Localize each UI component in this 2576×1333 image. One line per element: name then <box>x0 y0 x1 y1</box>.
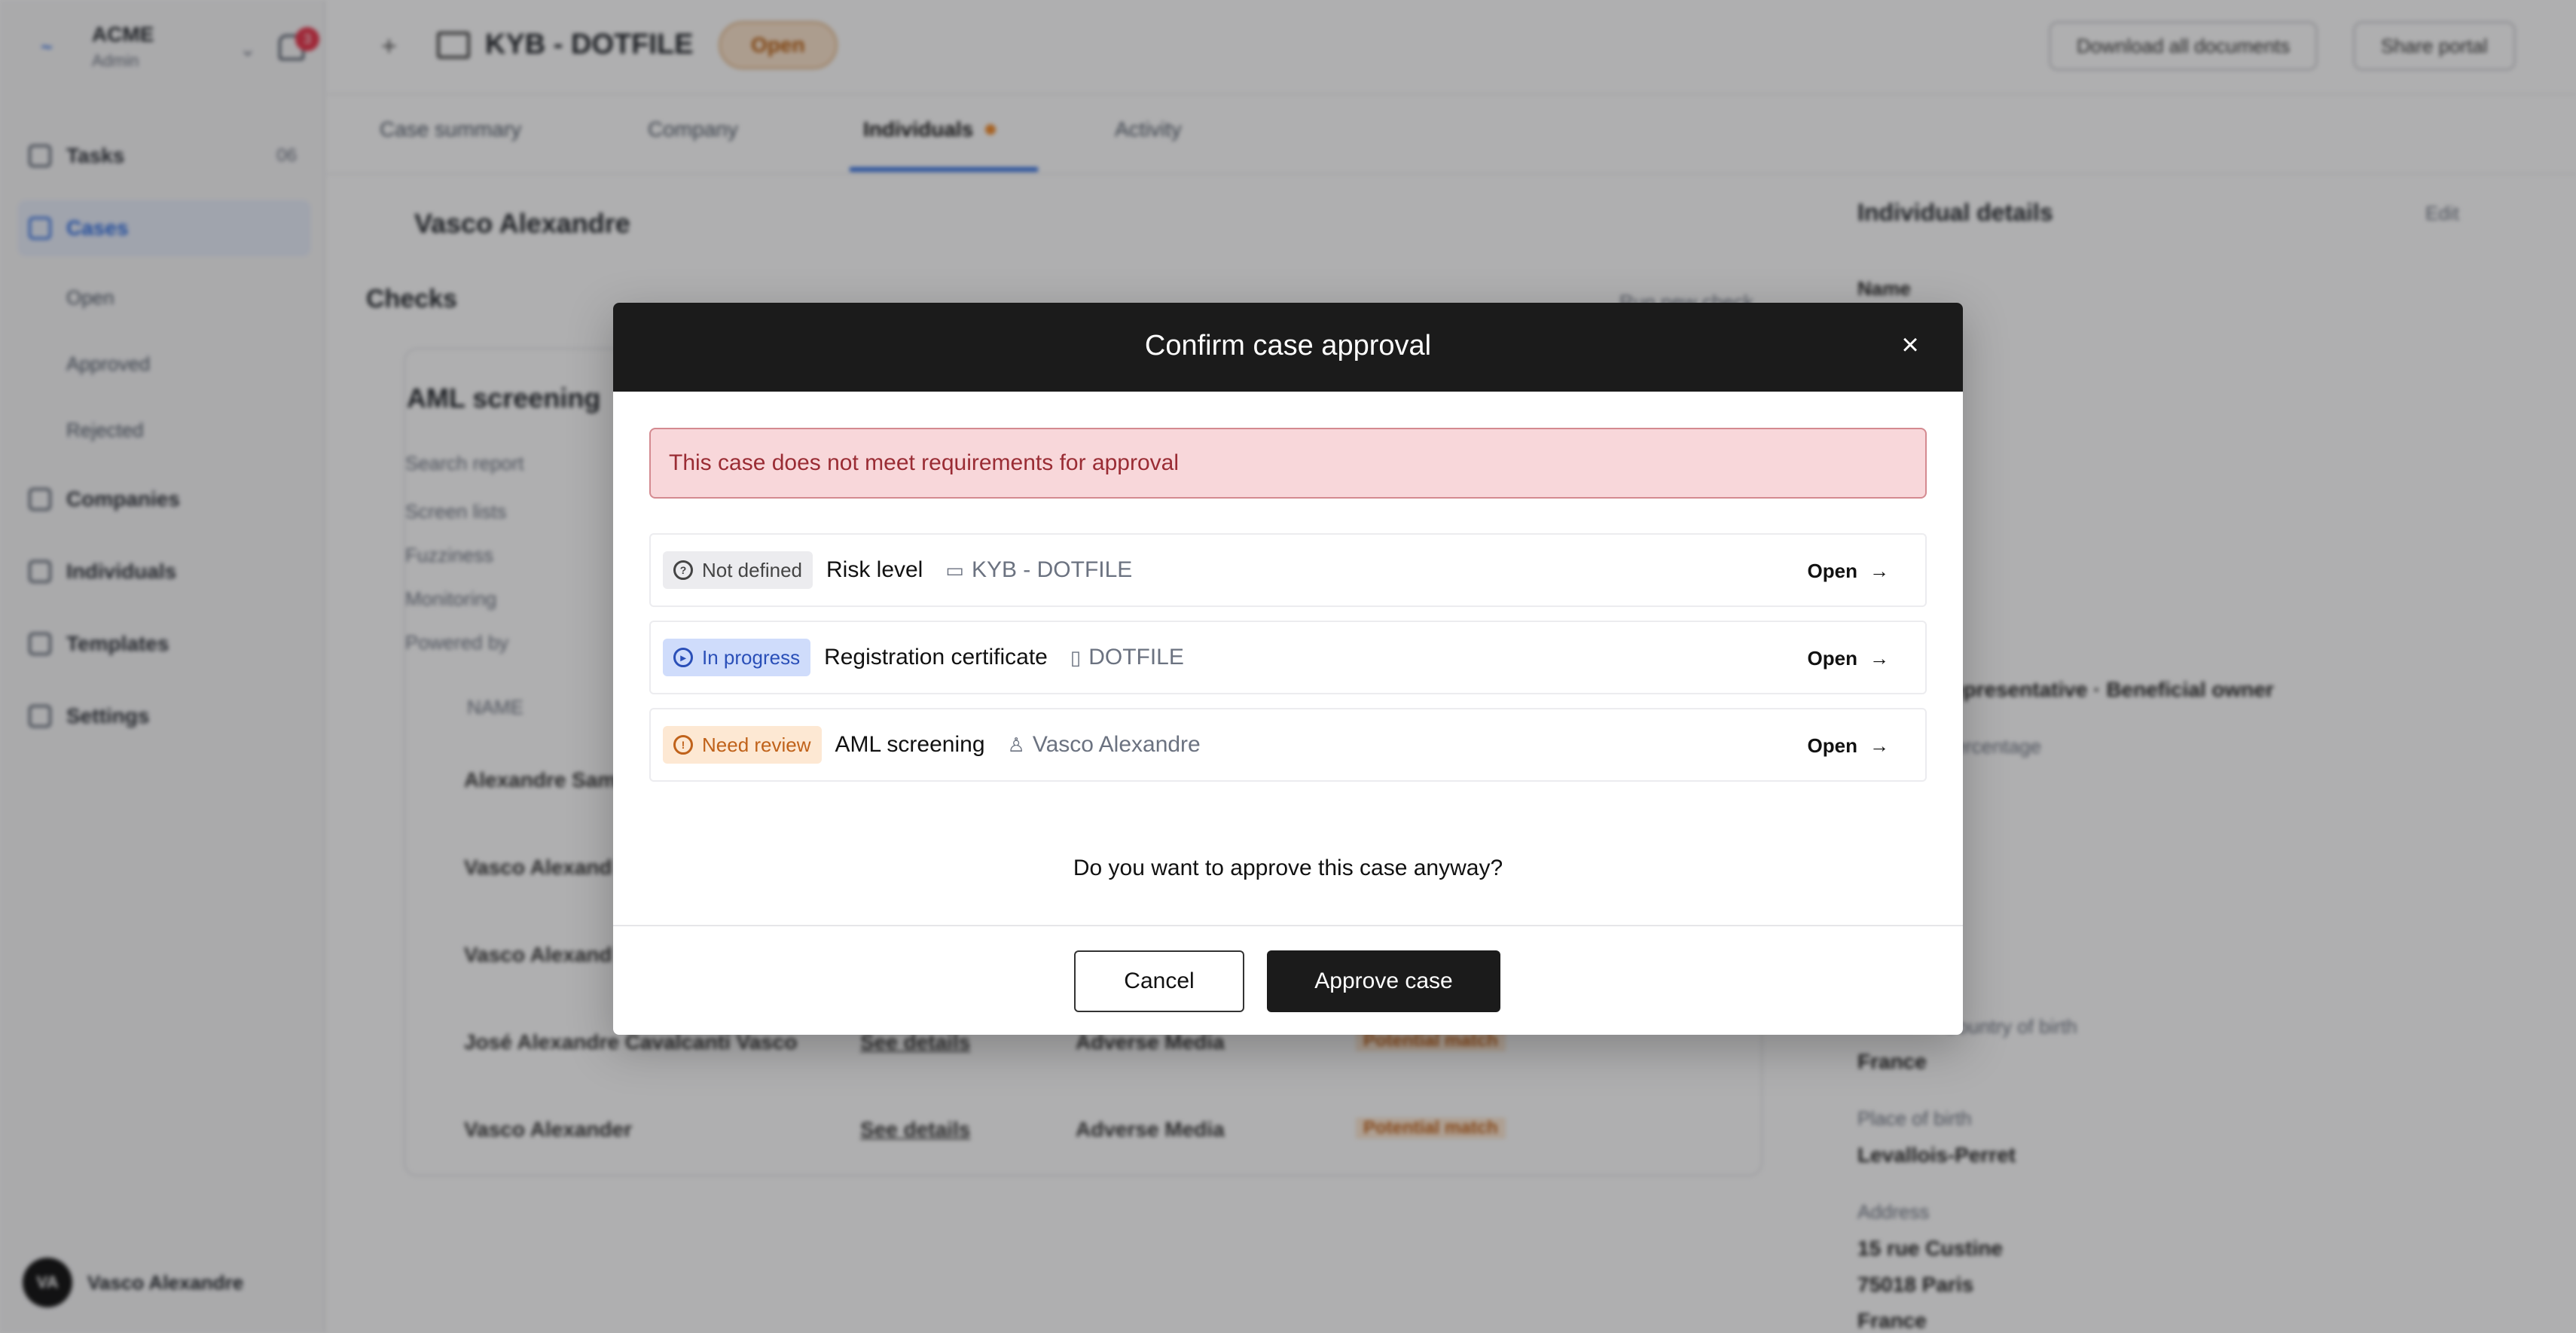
arrow-right-icon: → <box>1869 559 1889 582</box>
arrow-right-icon: → <box>1869 646 1889 670</box>
status-badge: ? Not defined <box>663 551 813 589</box>
person-icon: ♙ <box>1007 733 1025 756</box>
status-label: In progress <box>702 645 801 669</box>
open-label: Open <box>1807 734 1857 757</box>
requirement-name: Registration certificate <box>824 645 1048 670</box>
status-badge: ▸ In progress <box>663 639 811 676</box>
help-circle-icon: ? <box>673 560 693 580</box>
requirement-row-risk-level: ? Not defined Risk level ▭ KYB - DOTFILE O… <box>649 533 1927 607</box>
close-icon[interactable]: × <box>1894 328 1927 361</box>
reference-label: KYB - DOTFILE <box>971 557 1133 582</box>
status-label: Need review <box>702 733 811 756</box>
requirement-row-aml-screening: ! Need review AML screening ♙ Vasco Alexan… <box>649 708 1927 782</box>
confirm-approval-dialog: Confirm case approval × This case does n… <box>613 303 1963 1035</box>
folder-icon: ▭ <box>945 558 964 581</box>
requirement-reference: ▭ KYB - DOTFILE <box>945 557 1132 583</box>
open-registration-certificate-link[interactable]: Open → <box>1808 622 1889 694</box>
building-icon: ▯ <box>1070 645 1082 669</box>
status-badge: ! Need review <box>663 726 822 764</box>
requirement-reference: ▯ DOTFILE <box>1070 645 1184 670</box>
requirements-alert: This case does not meet requirements for… <box>649 428 1927 499</box>
status-label: Not defined <box>702 558 802 581</box>
open-aml-screening-link[interactable]: Open → <box>1808 709 1889 782</box>
open-label: Open <box>1807 559 1857 582</box>
approve-case-button[interactable]: Approve case <box>1267 950 1500 1012</box>
modal-title: Confirm case approval <box>1144 330 1432 361</box>
modal-header: Confirm case approval × <box>613 303 1963 392</box>
requirement-name: AML screening <box>835 732 985 757</box>
arrow-right-icon: → <box>1869 734 1889 757</box>
reference-label: Vasco Alexandre <box>1032 732 1201 757</box>
requirement-name: Risk level <box>826 557 923 582</box>
approval-question: Do you want to approve this case anyway? <box>1073 856 1503 880</box>
requirement-reference: ♙ Vasco Alexandre <box>1008 732 1201 758</box>
open-risk-level-link[interactable]: Open → <box>1808 535 1889 607</box>
open-label: Open <box>1807 646 1857 670</box>
reference-label: DOTFILE <box>1088 645 1184 670</box>
play-circle-icon: ▸ <box>673 648 693 667</box>
alert-circle-icon: ! <box>673 735 693 755</box>
cancel-button[interactable]: Cancel <box>1074 950 1244 1012</box>
modal-footer: Cancel Approve case <box>613 925 1963 1035</box>
requirement-row-registration-certificate: ▸ In progress Registration certificate ▯ D… <box>649 621 1927 694</box>
